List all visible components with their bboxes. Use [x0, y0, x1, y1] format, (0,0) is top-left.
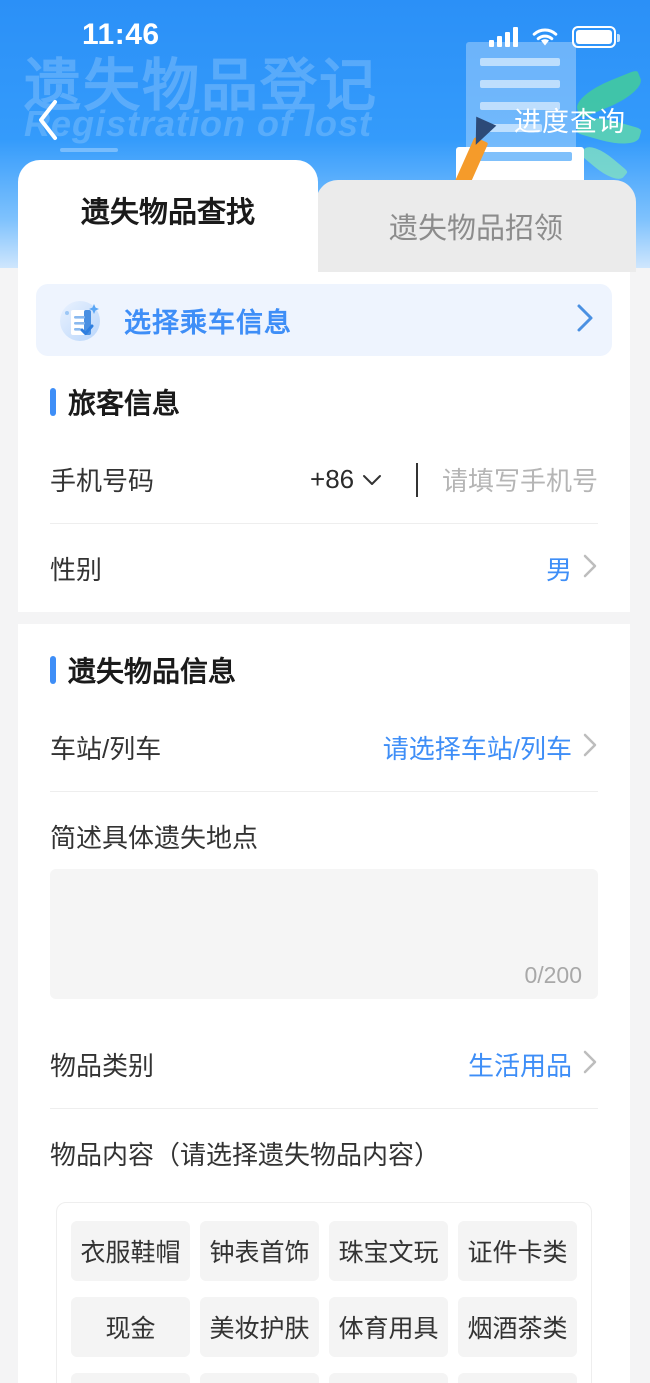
travel-info-document-icon [54, 294, 106, 346]
tab-lost-item-found[interactable]: 遗失物品招领 [316, 180, 636, 272]
phone-number-input[interactable]: 请填写手机号 [442, 461, 598, 498]
battery-icon [572, 26, 620, 48]
chevron-down-icon [363, 474, 382, 485]
station-train-row[interactable]: 车站/列车 请选择车站/列车 [50, 704, 598, 792]
status-bar-icons [489, 26, 620, 48]
content-chip[interactable]: 美妆护肤 [200, 1297, 319, 1357]
wifi-icon [532, 28, 558, 46]
item-category-value: 生活用品 [467, 1051, 572, 1081]
lost-location-label: 简述具体遗失地点 [50, 823, 259, 853]
phone-number-row[interactable]: 手机号码 +86 请填写手机号 [50, 436, 598, 524]
item-category-label: 物品类别 [50, 1051, 155, 1081]
back-chevron-icon [39, 100, 57, 140]
lost-location-textarea[interactable]: 0/200 [50, 869, 598, 999]
content-chip[interactable]: 体育用具 [329, 1297, 448, 1357]
status-bar: 11:46 [0, 0, 650, 70]
content-chip[interactable]: 钟表首饰 [200, 1221, 319, 1281]
back-button[interactable] [26, 96, 70, 144]
character-counter: 0/200 [524, 962, 582, 988]
content-chip[interactable]: 手机电脑 [71, 1373, 190, 1383]
passenger-section-title: 旅客信息 [18, 356, 630, 436]
section-divider [18, 612, 630, 624]
gender-label: 性别 [50, 554, 103, 585]
station-train-value: 请选择车站/列车 [382, 734, 572, 764]
gender-value: 男 [545, 554, 572, 585]
select-travel-info-banner[interactable]: 选择乘车信息 [36, 284, 612, 356]
main-content-card: 选择乘车信息 旅客信息 手机号码 +86 请填写手机号 性别 男 遗失物品信息 … [18, 262, 630, 1383]
tab-lost-item-search[interactable]: 遗失物品查找 [18, 160, 318, 272]
progress-query-link[interactable]: 进度查询 [514, 100, 626, 139]
content-chip[interactable]: 现金 [71, 1297, 190, 1357]
status-bar-clock: 11:46 [82, 18, 160, 51]
lost-item-section-label: 遗失物品信息 [68, 656, 237, 687]
app-screen: 遗失物品登记 Registration of lost 11:46 进度查询 遗… [0, 0, 650, 1383]
country-code-selector[interactable]: +86 [310, 464, 382, 495]
content-chip[interactable]: 衣服鞋帽 [71, 1221, 190, 1281]
station-train-label: 车站/列车 [50, 734, 162, 764]
item-content-chip-grid: 衣服鞋帽 钟表首饰 珠宝文玩 证件卡类 现金 美妆护肤 体育用具 烟酒茶类 手机… [56, 1202, 592, 1383]
item-category-row[interactable]: 物品类别 生活用品 [50, 1021, 598, 1109]
country-code-value: +86 [310, 464, 355, 494]
chevron-right-icon [582, 553, 598, 584]
content-chip[interactable]: 医护用品 [458, 1373, 577, 1383]
chevron-right-icon [582, 1049, 598, 1080]
signal-bars-icon [489, 27, 518, 47]
phone-number-label: 手机号码 [50, 466, 155, 496]
content-chip[interactable]: 珠宝文玩 [329, 1221, 448, 1281]
text-cursor [416, 462, 419, 497]
lost-item-section-title: 遗失物品信息 [18, 624, 630, 704]
hero-underline [60, 148, 118, 152]
content-chip[interactable]: 数码娱乐 [200, 1373, 319, 1383]
gender-row[interactable]: 性别 男 [50, 524, 598, 612]
tab-bar: 遗失物品查找 遗失物品招领 [0, 160, 650, 272]
item-content-label: 物品内容（请选择遗失物品内容） [50, 1140, 441, 1170]
section-accent-bar [50, 388, 56, 416]
banner-label: 选择乘车信息 [124, 307, 292, 338]
hero-title-en: Registration of lost [24, 103, 373, 144]
content-chip[interactable]: 儿童玩具 [329, 1373, 448, 1383]
passenger-section-label: 旅客信息 [68, 388, 181, 419]
chevron-right-icon [576, 303, 594, 338]
content-chip[interactable]: 烟酒茶类 [458, 1297, 577, 1357]
chevron-right-icon [582, 732, 598, 763]
paper-line [480, 80, 560, 88]
content-chip[interactable]: 证件卡类 [458, 1221, 577, 1281]
section-accent-bar [50, 656, 56, 684]
